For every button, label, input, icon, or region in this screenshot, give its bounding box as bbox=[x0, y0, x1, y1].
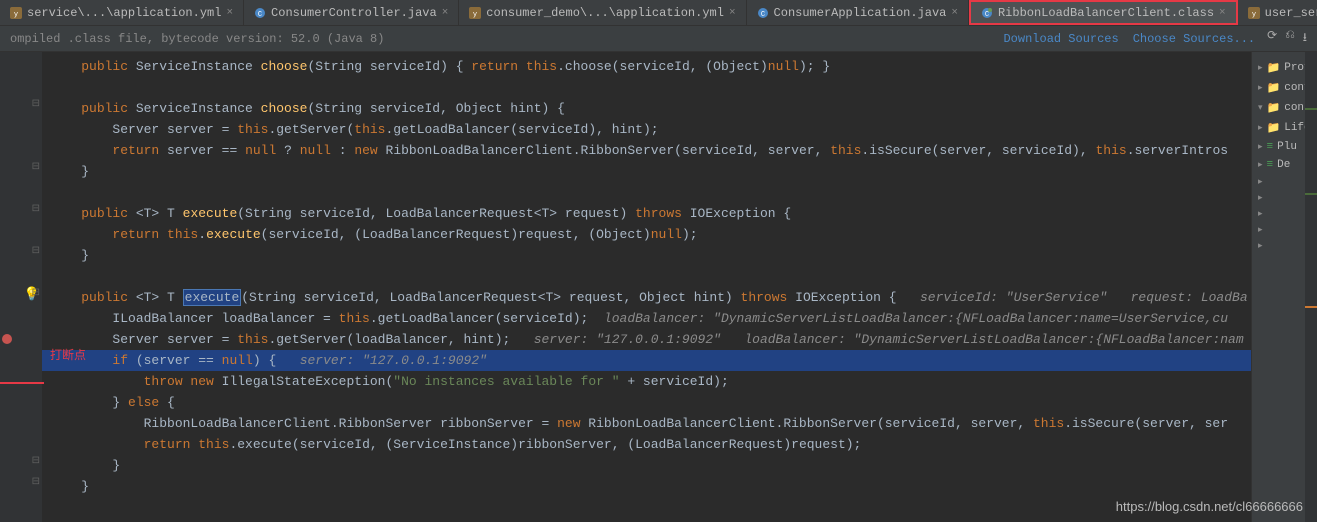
chevron-icon: ▸ bbox=[1258, 83, 1263, 93]
tab-label: service\...\application.yml bbox=[27, 6, 221, 20]
editor-tabs: y service\...\application.yml × C ConsumerCo… bbox=[0, 0, 1317, 26]
decompile-notice-bar: ompiled .class file, bytecode version: 5… bbox=[0, 26, 1317, 52]
diff-icon[interactable]: ⎌ bbox=[1285, 28, 1295, 49]
chevron-icon: ▸ bbox=[1258, 63, 1263, 73]
chevron-icon: ▸ bbox=[1258, 142, 1263, 152]
graph-icon: ≡ bbox=[1267, 159, 1274, 171]
code-line[interactable]: public ServiceInstance choose(String ser… bbox=[42, 98, 1251, 119]
close-icon[interactable]: × bbox=[442, 7, 449, 19]
tab-2[interactable]: y consumer_demo\...\application.yml × bbox=[459, 0, 746, 25]
editor-scrollbar[interactable] bbox=[1305, 52, 1317, 522]
chevron-icon: ▸ bbox=[1258, 209, 1263, 219]
code-line[interactable]: Server server = this.getServer(this.getL… bbox=[42, 119, 1251, 140]
svg-text:y: y bbox=[14, 11, 18, 19]
chevron-icon: ▸ bbox=[1258, 193, 1263, 203]
code-line[interactable]: if (server == null) { server: "127.0.0.1… bbox=[42, 350, 1251, 371]
breakpoint-red-underline bbox=[0, 382, 44, 384]
svg-text:C: C bbox=[985, 11, 989, 19]
folder-icon: 📁 bbox=[1267, 61, 1281, 75]
code-line[interactable]: return this.execute(serviceId, (LoadBala… bbox=[42, 224, 1251, 245]
breakpoint-icon[interactable] bbox=[2, 334, 12, 344]
chevron-icon: ▸ bbox=[1258, 225, 1263, 235]
code-line[interactable]: throw new IllegalStateException("No inst… bbox=[42, 371, 1251, 392]
code-line[interactable]: RibbonLoadBalancerClient.RibbonServer ri… bbox=[42, 413, 1251, 434]
folder-icon: 📁 bbox=[1267, 101, 1281, 115]
code-editor[interactable]: public ServiceInstance choose(String ser… bbox=[42, 52, 1251, 522]
code-line[interactable]: ILoadBalancer loadBalancer = this.getLoa… bbox=[42, 308, 1251, 329]
tab-4[interactable]: C RibbonLoadBalancerClient.class × bbox=[969, 0, 1238, 25]
close-icon[interactable]: × bbox=[729, 7, 736, 19]
tab-label: RibbonLoadBalancerClient.class bbox=[998, 6, 1214, 20]
tab-label: ConsumerApplication.java bbox=[774, 6, 947, 20]
code-line[interactable]: return server == null ? null : new Ribbo… bbox=[42, 140, 1251, 161]
graph-icon: ≡ bbox=[1267, 141, 1274, 153]
code-line[interactable] bbox=[42, 266, 1251, 287]
svg-text:C: C bbox=[258, 11, 262, 19]
code-line[interactable]: } else { bbox=[42, 392, 1251, 413]
tab-label: user_service\...\applicatio bbox=[1265, 6, 1317, 20]
svg-text:y: y bbox=[1252, 11, 1256, 19]
fold-end-icon[interactable]: ⊟ bbox=[32, 455, 40, 467]
tree-item-label: Plu bbox=[1277, 141, 1297, 153]
watermark-text: https://blog.csdn.net/cl66666666 bbox=[1116, 499, 1303, 514]
editor-gutter: ⊟⊟⊟⊟💡⊟⊟⊟ bbox=[0, 52, 42, 522]
download-icon[interactable]: ⭳ bbox=[1303, 28, 1307, 49]
tab-5[interactable]: yuser_service\...\applicatio× bbox=[1238, 0, 1317, 25]
fold-end-icon[interactable]: ⊟ bbox=[32, 476, 40, 488]
tree-item-label: De bbox=[1277, 159, 1290, 171]
choose-sources-link[interactable]: Choose Sources... bbox=[1133, 32, 1255, 46]
fold-end-icon[interactable]: ⊟ bbox=[32, 245, 40, 257]
code-line[interactable]: } bbox=[42, 245, 1251, 266]
chevron-icon: ▸ bbox=[1258, 241, 1263, 251]
close-icon[interactable]: × bbox=[1219, 7, 1226, 19]
close-icon[interactable]: × bbox=[226, 7, 233, 19]
svg-text:C: C bbox=[760, 11, 764, 19]
chevron-icon: ▸ bbox=[1258, 177, 1263, 187]
folder-icon: 📁 bbox=[1267, 121, 1281, 135]
chevron-icon: ▸ bbox=[1258, 160, 1263, 170]
code-line[interactable]: } bbox=[42, 476, 1251, 497]
folder-icon: 📁 bbox=[1267, 81, 1281, 95]
chevron-icon: ▸ bbox=[1258, 123, 1263, 133]
code-line[interactable] bbox=[42, 182, 1251, 203]
code-line[interactable]: } bbox=[42, 161, 1251, 182]
tab-label: consumer_demo\...\application.yml bbox=[486, 6, 724, 20]
fold-icon[interactable]: ⊟ bbox=[32, 203, 40, 215]
code-line[interactable]: Server server = this.getServer(loadBalan… bbox=[42, 329, 1251, 350]
tab-label: ConsumerController.java bbox=[271, 6, 437, 20]
breakpoint-annotation-label: 打断点 bbox=[50, 346, 86, 363]
code-line[interactable]: } bbox=[42, 455, 1251, 476]
tab-0[interactable]: y service\...\application.yml × bbox=[0, 0, 244, 25]
refresh-icon[interactable]: ⟳ bbox=[1267, 28, 1277, 49]
fold-end-icon[interactable]: ⊟ bbox=[32, 161, 40, 173]
fold-icon[interactable]: ⊟ bbox=[32, 287, 40, 299]
download-sources-link[interactable]: Download Sources bbox=[1003, 32, 1118, 46]
tab-3[interactable]: C ConsumerApplication.java × bbox=[747, 0, 969, 25]
code-line[interactable]: public <T> T execute(String serviceId, L… bbox=[42, 203, 1251, 224]
fold-icon[interactable]: ⊟ bbox=[32, 98, 40, 110]
tab-1[interactable]: C ConsumerController.java × bbox=[244, 0, 459, 25]
svg-text:y: y bbox=[473, 11, 477, 19]
close-icon[interactable]: × bbox=[951, 7, 958, 19]
notice-text: ompiled .class file, bytecode version: 5… bbox=[10, 32, 384, 46]
chevron-icon: ▾ bbox=[1258, 103, 1263, 113]
code-line[interactable]: public <T> T execute(String serviceId, L… bbox=[42, 287, 1251, 308]
code-line[interactable]: public ServiceInstance choose(String ser… bbox=[42, 56, 1251, 77]
code-line[interactable] bbox=[42, 77, 1251, 98]
code-line[interactable]: return this.execute(serviceId, (ServiceI… bbox=[42, 434, 1251, 455]
